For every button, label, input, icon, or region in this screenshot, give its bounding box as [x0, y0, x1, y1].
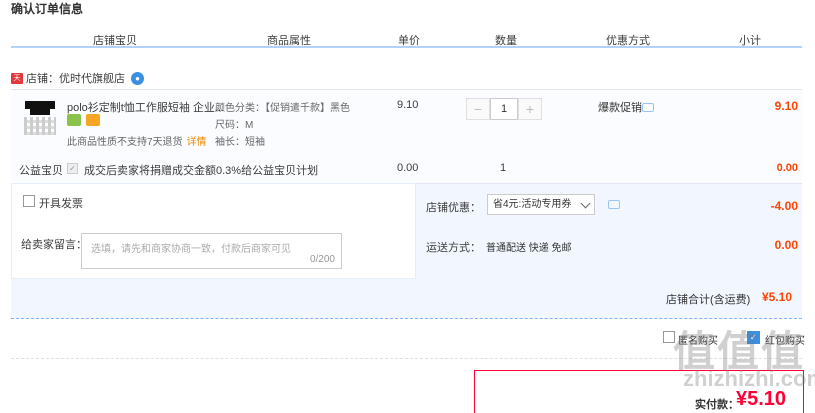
attr-size: 尺码：M [215, 120, 254, 131]
welfare-checkbox[interactable]: ✓ [67, 163, 78, 174]
promo-info-icon[interactable] [642, 103, 654, 112]
chevron-down-icon [580, 198, 591, 209]
col-header-promo: 优惠方式 [606, 35, 650, 47]
store-row: 天猫 店铺：优时代旗舰店 ● [11, 70, 144, 93]
wangwang-chat-icon[interactable]: ● [131, 71, 144, 85]
qty-plus-button[interactable]: + [518, 98, 542, 120]
quantity-stepper: − 1 + [466, 98, 542, 120]
message-placeholder: 选填，请先和商家协商一致，付款后商家可见 [91, 244, 291, 255]
tmall-icon: 天猫 [11, 72, 23, 93]
product-name-link[interactable]: polo衫定制t恤工作服短袖 企业... [67, 99, 224, 115]
card-badge-icon[interactable] [86, 114, 100, 126]
welfare-price: 0.00 [397, 162, 419, 174]
welfare-qty: 1 [500, 162, 507, 174]
message-char-count: 0/200 [309, 254, 335, 265]
store-total-amount: ¥5.10 [762, 290, 793, 304]
item-subtotal: 9.10 [774, 99, 798, 113]
store-total-label: 店铺合计(含运费) [666, 294, 751, 306]
qty-minus-button[interactable]: − [466, 98, 490, 120]
shipping-method: 普通配送 快递 免邮 [486, 243, 572, 254]
attr-color: 颜色分类：【促销遣千款】黑色 [215, 103, 350, 114]
shipping-label: 运送方式： [426, 242, 481, 254]
welfare-label: 公益宝贝 [19, 165, 63, 177]
product-thumbnail[interactable] [22, 97, 58, 137]
table-header: 店铺宝贝 商品属性 单价 数量 优惠方式 小计 [11, 28, 802, 48]
discount-select[interactable]: 省4元:活动专用券 [487, 194, 595, 215]
unit-price: 9.10 [397, 99, 419, 111]
shipping-amount: 0.00 [774, 238, 798, 252]
col-header-attr: 商品属性 [267, 35, 311, 47]
attr-sleeve: 袖长：短袖 [215, 137, 265, 148]
col-header-price: 单价 [398, 35, 420, 47]
pay-label: 实付款： [695, 399, 739, 411]
service-badge-icon[interactable] [67, 114, 81, 126]
store-name-link[interactable]: 店铺：优时代旗舰店 [26, 70, 125, 86]
discount-amount: -4.00 [770, 199, 798, 213]
col-header-item: 店铺宝贝 [93, 35, 137, 47]
col-header-qty: 数量 [495, 35, 517, 47]
detail-link[interactable]: 详情 [187, 137, 207, 148]
discount-info-icon[interactable] [608, 200, 620, 209]
invoice-label: 开具发票 [39, 198, 83, 210]
qty-input[interactable]: 1 [490, 98, 518, 120]
invoice-checkbox[interactable] [23, 195, 35, 207]
watermark-url: zhizhizhi.com [683, 366, 815, 391]
discount-label: 店铺优惠： [426, 202, 481, 214]
page-title: 确认订单信息 [11, 2, 84, 16]
message-textarea[interactable]: 选填，请先和商家协商一致，付款后商家可见 0/200 [81, 233, 342, 269]
col-header-subtotal: 小计 [739, 35, 761, 47]
message-label: 给卖家留言： [21, 239, 87, 251]
no-return-notice: 此商品性质不支持7天退货 详情 [67, 137, 207, 148]
promo-method: 爆款促销 [598, 102, 642, 114]
welfare-total: 0.00 [776, 162, 798, 174]
welfare-text: 成交后卖家将捐赠成交金额0.3%给公益宝贝计划 [84, 165, 319, 177]
